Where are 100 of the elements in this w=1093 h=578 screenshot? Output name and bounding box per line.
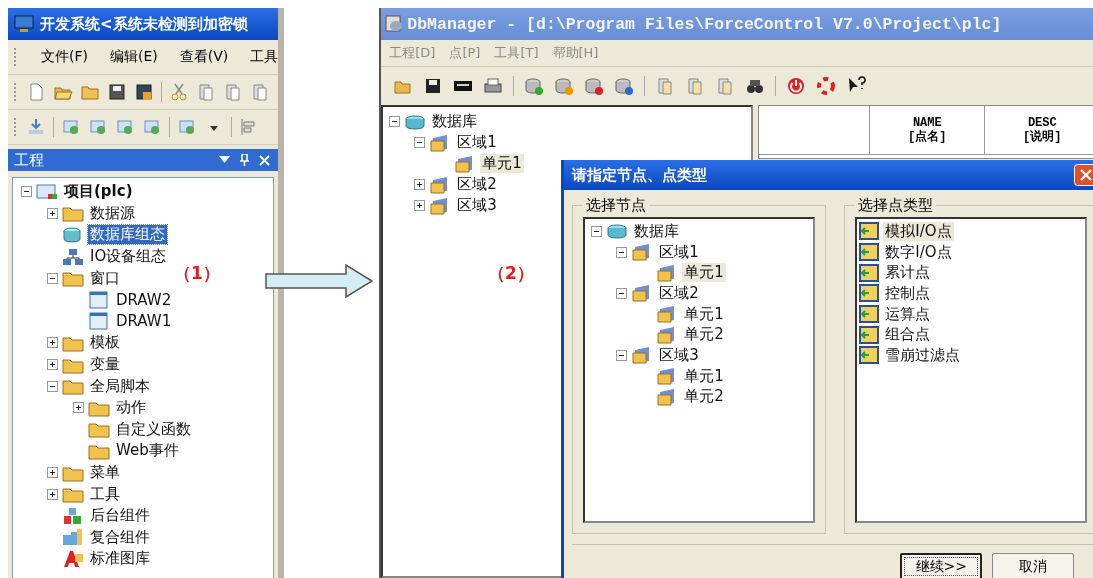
tree-item[interactable]: 窗口	[88, 268, 122, 288]
tree-item[interactable]: 区域1	[657, 242, 701, 262]
dropdown-icon[interactable]	[219, 156, 231, 164]
list-item[interactable]: 运算点	[883, 304, 933, 324]
expand-icon[interactable]	[47, 467, 58, 478]
dialog-button[interactable]: 继续>>	[900, 553, 983, 578]
blocks-icon	[62, 528, 84, 547]
tree-item[interactable]: 区域2	[657, 283, 701, 303]
database-user-icon[interactable]	[614, 76, 635, 96]
collapse-icon[interactable]	[414, 137, 426, 148]
point-type-icon	[859, 222, 880, 241]
tree-item[interactable]: 区域3	[455, 196, 499, 215]
tree-item[interactable]: 项目(plc)	[62, 182, 135, 202]
point-type-icon	[859, 346, 880, 365]
expand-icon[interactable]	[73, 402, 84, 414]
tree-item[interactable]: 单元1	[480, 154, 524, 173]
save-icon[interactable]	[107, 82, 127, 102]
folder-icon	[62, 204, 84, 223]
tree-item[interactable]: 区域3	[657, 345, 701, 365]
annotation-label: （1）	[174, 262, 220, 285]
tree-item[interactable]: IO设备组态	[88, 247, 169, 267]
print-icon[interactable]	[483, 76, 504, 96]
collapse-icon[interactable]	[616, 246, 628, 258]
close-icon[interactable]	[1074, 164, 1093, 186]
power-icon[interactable]	[786, 76, 807, 96]
expand-icon[interactable]	[47, 207, 58, 219]
list-item[interactable]: 模拟I/O点	[883, 221, 954, 241]
expand-icon[interactable]	[414, 200, 426, 211]
tree-item[interactable]: DRAW2	[114, 290, 174, 309]
tree-item[interactable]: 自定义函数	[114, 419, 193, 439]
collapse-icon[interactable]	[47, 272, 58, 284]
column-header[interactable]: NAME [点名]	[870, 106, 986, 155]
database-icon	[62, 226, 84, 244]
folder-icon	[62, 377, 84, 396]
tree-item[interactable]: 单元1	[682, 366, 726, 386]
expand-icon[interactable]	[47, 488, 58, 500]
tree-item[interactable]: 数据源	[88, 203, 137, 223]
dialog-button[interactable]: 取消	[992, 553, 1075, 578]
collapse-icon[interactable]	[389, 116, 401, 127]
library-icon	[62, 549, 84, 568]
collapse-icon[interactable]	[616, 349, 628, 361]
menu-item[interactable]: 文件(F)	[41, 48, 88, 66]
tree-item[interactable]: 标准图库	[88, 549, 152, 569]
tree-item[interactable]: 单元1	[682, 304, 726, 324]
list-item[interactable]: 雪崩过滤点	[883, 345, 963, 365]
tree-item[interactable]: 后台组件	[88, 506, 152, 526]
close-icon[interactable]	[259, 154, 271, 166]
tree-item[interactable]: 动作	[114, 398, 148, 418]
window-title: DbManager - [d:\Program Files\ForceControl V7.0\Project\plc]	[407, 14, 1002, 34]
tree-item[interactable]: 菜单	[88, 463, 122, 482]
tree-item[interactable]: 区域2	[455, 175, 499, 194]
blocks-icon	[62, 506, 84, 525]
group-label: 选择节点	[585, 196, 648, 215]
point-type-icon	[859, 325, 880, 344]
tree-item[interactable]: 区域1	[455, 133, 499, 152]
database-icon	[404, 112, 427, 131]
list-item[interactable]: 累计点	[883, 263, 933, 283]
tree-item[interactable]: 全局脚本	[88, 376, 152, 396]
download-icon[interactable]	[26, 117, 46, 137]
tree-item[interactable]: 工具	[88, 484, 122, 504]
tree-item[interactable]: 数据库	[632, 221, 682, 241]
expand-icon[interactable]	[47, 359, 58, 371]
tree-item[interactable]: 复合组件	[88, 527, 152, 547]
tree-item[interactable]: Web事件	[114, 441, 181, 461]
menu-item[interactable]: 编辑(E)	[110, 48, 158, 66]
list-item[interactable]: 控制点	[883, 283, 933, 303]
collapse-icon[interactable]	[616, 287, 628, 299]
database-icon	[385, 15, 404, 33]
list-item[interactable]: 数字I/O点	[883, 242, 954, 262]
point-type-icon	[859, 263, 880, 282]
expand-icon[interactable]	[47, 337, 58, 349]
tree-item[interactable]: 单元2	[682, 325, 726, 345]
column-header[interactable]: DESC [说明]	[985, 106, 1093, 155]
tree-item[interactable]: 数据库组态	[88, 225, 167, 245]
menu-item[interactable]: 查看(V)	[179, 48, 229, 66]
tree-item[interactable]: 模板	[88, 333, 122, 353]
tree-item[interactable]: 数据库	[430, 112, 480, 131]
group-label: 选择点类型	[857, 196, 935, 215]
window-title: 开发系统<系统未检测到加密锁	[40, 14, 248, 34]
collapse-icon[interactable]	[21, 186, 32, 198]
tree-item[interactable]: 单元2	[682, 387, 726, 407]
tree-item[interactable]: 单元1	[682, 263, 726, 283]
cut-icon[interactable]	[169, 82, 189, 102]
tree-item[interactable]: 变量	[88, 355, 122, 375]
lifebuoy-icon[interactable]	[816, 76, 837, 96]
collapse-icon[interactable]	[47, 380, 58, 392]
annotation-label: （2）	[488, 262, 534, 285]
tree-item[interactable]: DRAW1	[114, 312, 174, 331]
save-as-icon[interactable]	[134, 82, 154, 102]
database-edit-icon[interactable]	[554, 76, 575, 96]
database-add-icon[interactable]	[524, 76, 545, 96]
dialog-title: 请指定节点、点类型	[572, 165, 709, 185]
window-icon	[88, 290, 110, 309]
database-delete-icon[interactable]	[584, 76, 605, 96]
list-item[interactable]: 组合点	[883, 325, 933, 345]
expand-icon[interactable]	[414, 179, 426, 190]
point-type-icon	[859, 305, 880, 324]
collapse-icon[interactable]	[591, 225, 603, 237]
pin-icon[interactable]	[240, 154, 250, 166]
menu-item[interactable]: 工具	[250, 48, 279, 66]
